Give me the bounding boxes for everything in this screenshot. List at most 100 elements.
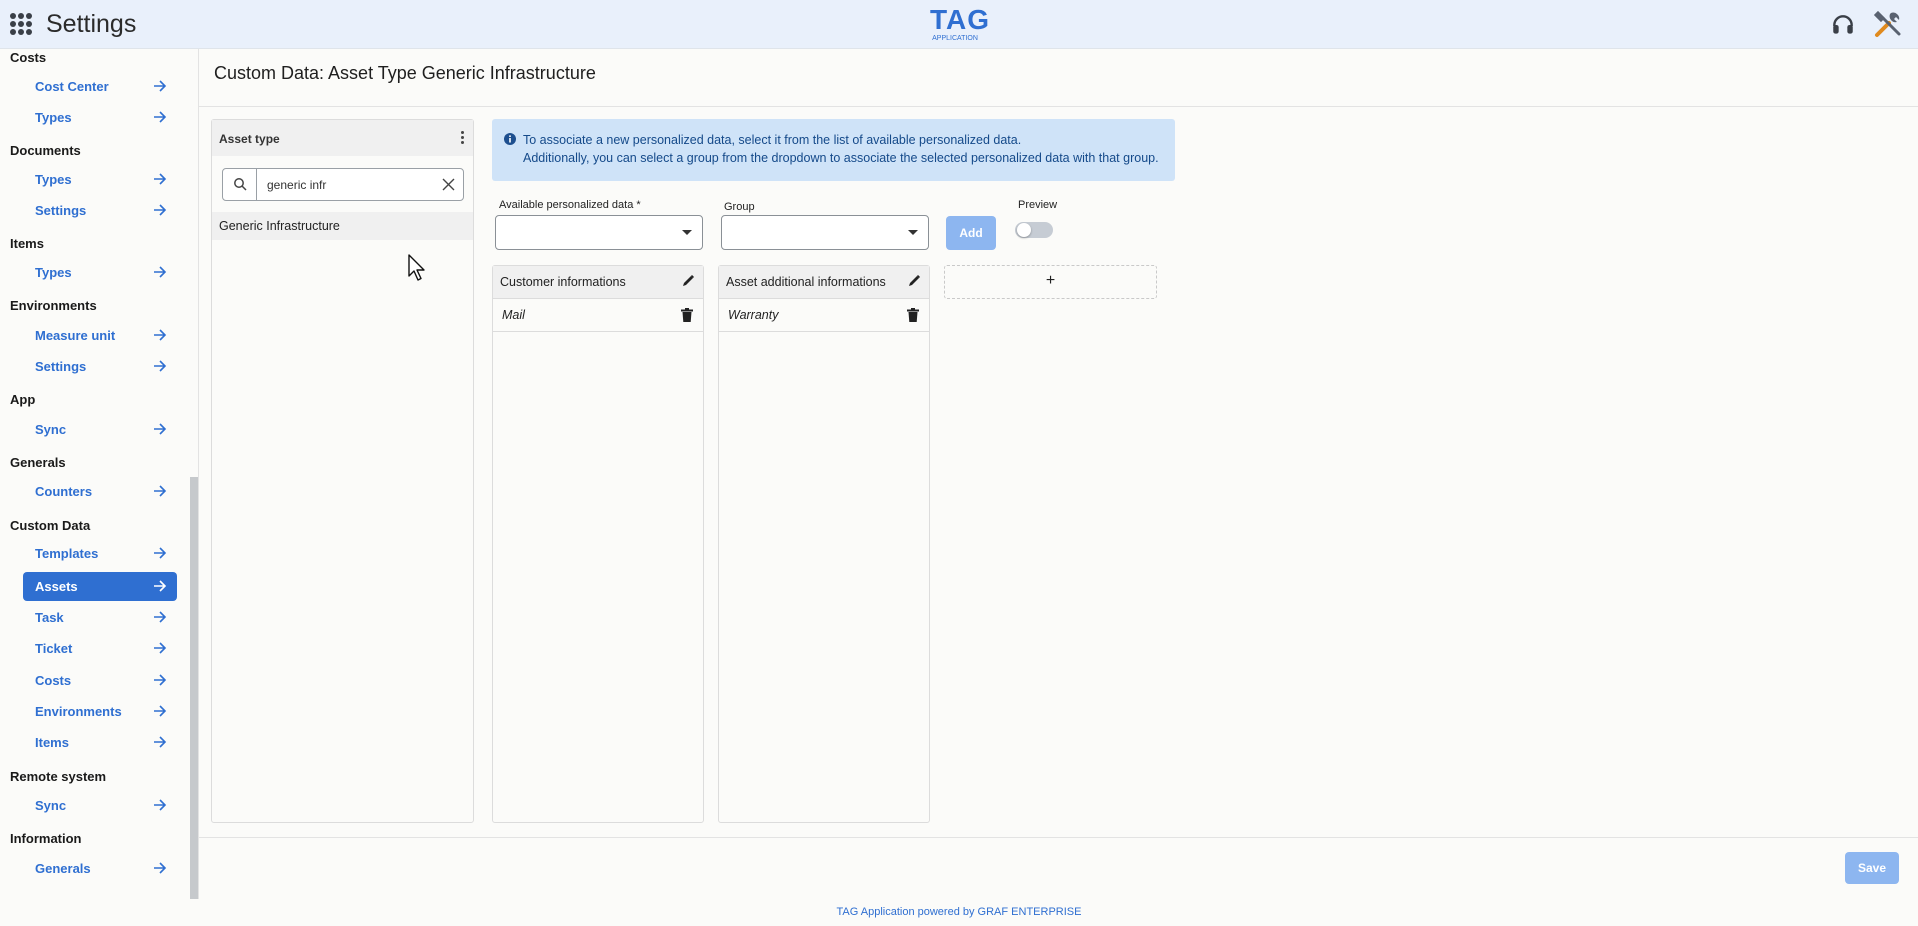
asset-type-list-item[interactable]: Generic Infrastructure: [212, 212, 473, 240]
arrow-right-icon: [154, 80, 167, 92]
arrow-right-icon: [154, 642, 167, 654]
arrow-right-icon: [154, 580, 167, 592]
group-header: Asset additional informations: [719, 266, 929, 299]
sidebar-heading-environments: Environments: [10, 298, 97, 313]
sidebar-heading-information: Information: [10, 831, 82, 846]
arrow-right-icon: [154, 360, 167, 372]
sidebar-item-custom-environments[interactable]: Environments: [23, 697, 177, 726]
search-icon: [234, 178, 247, 191]
group-header: Customer informations: [493, 266, 703, 299]
available-data-select[interactable]: [495, 215, 703, 250]
sidebar-item-label: Cost Center: [35, 79, 109, 94]
trash-icon[interactable]: [907, 308, 919, 322]
arrow-right-icon: [154, 329, 167, 341]
sidebar-item-environments-settings[interactable]: Settings: [23, 352, 177, 381]
sidebar-heading-remote-system: Remote system: [10, 769, 107, 784]
divider: [256, 169, 257, 200]
sidebar-item-label: Settings: [35, 203, 87, 218]
sidebar-item-label: Measure unit: [35, 328, 116, 343]
sidebar-item-ticket[interactable]: Ticket: [23, 634, 177, 663]
pencil-edit-icon[interactable]: [681, 274, 695, 288]
info-text-line-2: Additionally, you can select a group fro…: [523, 151, 1159, 165]
group-field-row: Mail: [493, 299, 703, 332]
arrow-right-icon: [154, 799, 167, 811]
sidebar-nav: Costs Cost Center Types Documents Types …: [0, 49, 199, 899]
more-vert-icon[interactable]: [461, 131, 465, 145]
headset-support-icon[interactable]: [1830, 12, 1856, 38]
page-title: Custom Data: Asset Type Generic Infrastr…: [214, 63, 596, 83]
asset-type-panel-header: Asset type: [212, 120, 473, 156]
chevron-down-icon: [908, 230, 918, 235]
top-bar: Settings TAG APPLICATION: [0, 0, 1918, 49]
logo-sub-text: APPLICATION: [932, 35, 978, 42]
mouse-pointer-icon: [408, 254, 425, 281]
sidebar-item-items-types[interactable]: Types: [23, 258, 177, 287]
sidebar-item-label: Sync: [35, 422, 67, 437]
group-card-asset-additional-informations: Asset additional informations Warranty: [718, 265, 930, 823]
sidebar-item-custom-costs[interactable]: Costs: [23, 666, 177, 695]
group-label: Group: [724, 201, 755, 213]
list-item-label: Generic Infrastructure: [219, 219, 340, 233]
arrow-right-icon: [154, 862, 167, 874]
group-select[interactable]: [721, 215, 929, 250]
group-title: Asset additional informations: [726, 275, 886, 289]
sidebar-item-documents-types[interactable]: Types: [23, 165, 177, 194]
arrow-right-icon: [154, 204, 167, 216]
sidebar-heading-app: App: [10, 392, 36, 407]
add-group-button[interactable]: +: [944, 265, 1157, 299]
asset-search-field[interactable]: [222, 168, 464, 201]
info-icon: [504, 133, 516, 145]
sidebar-heading-documents: Documents: [10, 143, 81, 158]
pencil-edit-icon[interactable]: [907, 274, 921, 288]
search-input[interactable]: [265, 174, 429, 196]
save-button[interactable]: Save: [1845, 852, 1899, 884]
sidebar-item-label: Items: [35, 735, 69, 750]
arrow-right-icon: [154, 736, 167, 748]
sidebar-item-measure-unit[interactable]: Measure unit: [23, 321, 177, 350]
arrow-right-icon: [154, 547, 167, 559]
sidebar-item-app-sync[interactable]: Sync: [23, 415, 177, 444]
divider: [199, 106, 1918, 107]
tools-settings-icon[interactable]: [1872, 8, 1904, 40]
sidebar-item-information-generals[interactable]: Generals: [23, 854, 177, 883]
sidebar-item-cost-center[interactable]: Cost Center: [23, 72, 177, 101]
group-card-customer-informations: Customer informations Mail: [492, 265, 704, 823]
sidebar-item-label: Costs: [35, 673, 72, 688]
sidebar-item-templates[interactable]: Templates: [23, 539, 177, 568]
sidebar-item-task[interactable]: Task: [23, 603, 177, 632]
field-name: Warranty: [728, 308, 779, 322]
sidebar-item-counters[interactable]: Counters: [23, 477, 177, 506]
sidebar-heading-generals: Generals: [10, 455, 66, 470]
sidebar-item-documents-settings[interactable]: Settings: [23, 196, 177, 225]
close-icon[interactable]: [442, 178, 455, 191]
trash-icon[interactable]: [681, 308, 693, 322]
arrow-right-icon: [154, 111, 167, 123]
logo-main-text: TAG: [930, 4, 991, 35]
sidebar-item-custom-items[interactable]: Items: [23, 728, 177, 757]
sidebar-item-label: Types: [35, 172, 72, 187]
field-name: Mail: [502, 308, 525, 322]
divider: [199, 837, 1918, 838]
sidebar-item-label: Counters: [35, 484, 93, 499]
arrow-right-icon: [154, 485, 167, 497]
add-button[interactable]: Add: [946, 216, 996, 250]
sidebar-item-label: Environments: [35, 704, 122, 719]
sidebar-item-label: Types: [35, 110, 72, 125]
sidebar-item-assets[interactable]: Assets: [23, 572, 177, 601]
sidebar-item-label: Sync: [35, 798, 67, 813]
chevron-down-icon: [682, 230, 692, 235]
apps-grid-icon[interactable]: [10, 13, 32, 35]
app-title: Settings: [46, 10, 137, 38]
info-banner: To associate a new personalized data, se…: [492, 119, 1175, 181]
plus-icon: +: [1045, 272, 1056, 289]
arrow-right-icon: [154, 611, 167, 623]
sidebar-item-label: Ticket: [35, 641, 73, 656]
arrow-right-icon: [154, 266, 167, 278]
sidebar-item-costs-types[interactable]: Types: [23, 103, 177, 132]
sidebar-item-remote-sync[interactable]: Sync: [23, 791, 177, 820]
sidebar-scrollbar[interactable]: [190, 477, 198, 899]
sidebar-item-label: Assets: [35, 579, 78, 594]
preview-toggle[interactable]: [1015, 222, 1053, 238]
group-field-row: Warranty: [719, 299, 929, 332]
tag-logo: TAG APPLICATION: [930, 4, 991, 43]
